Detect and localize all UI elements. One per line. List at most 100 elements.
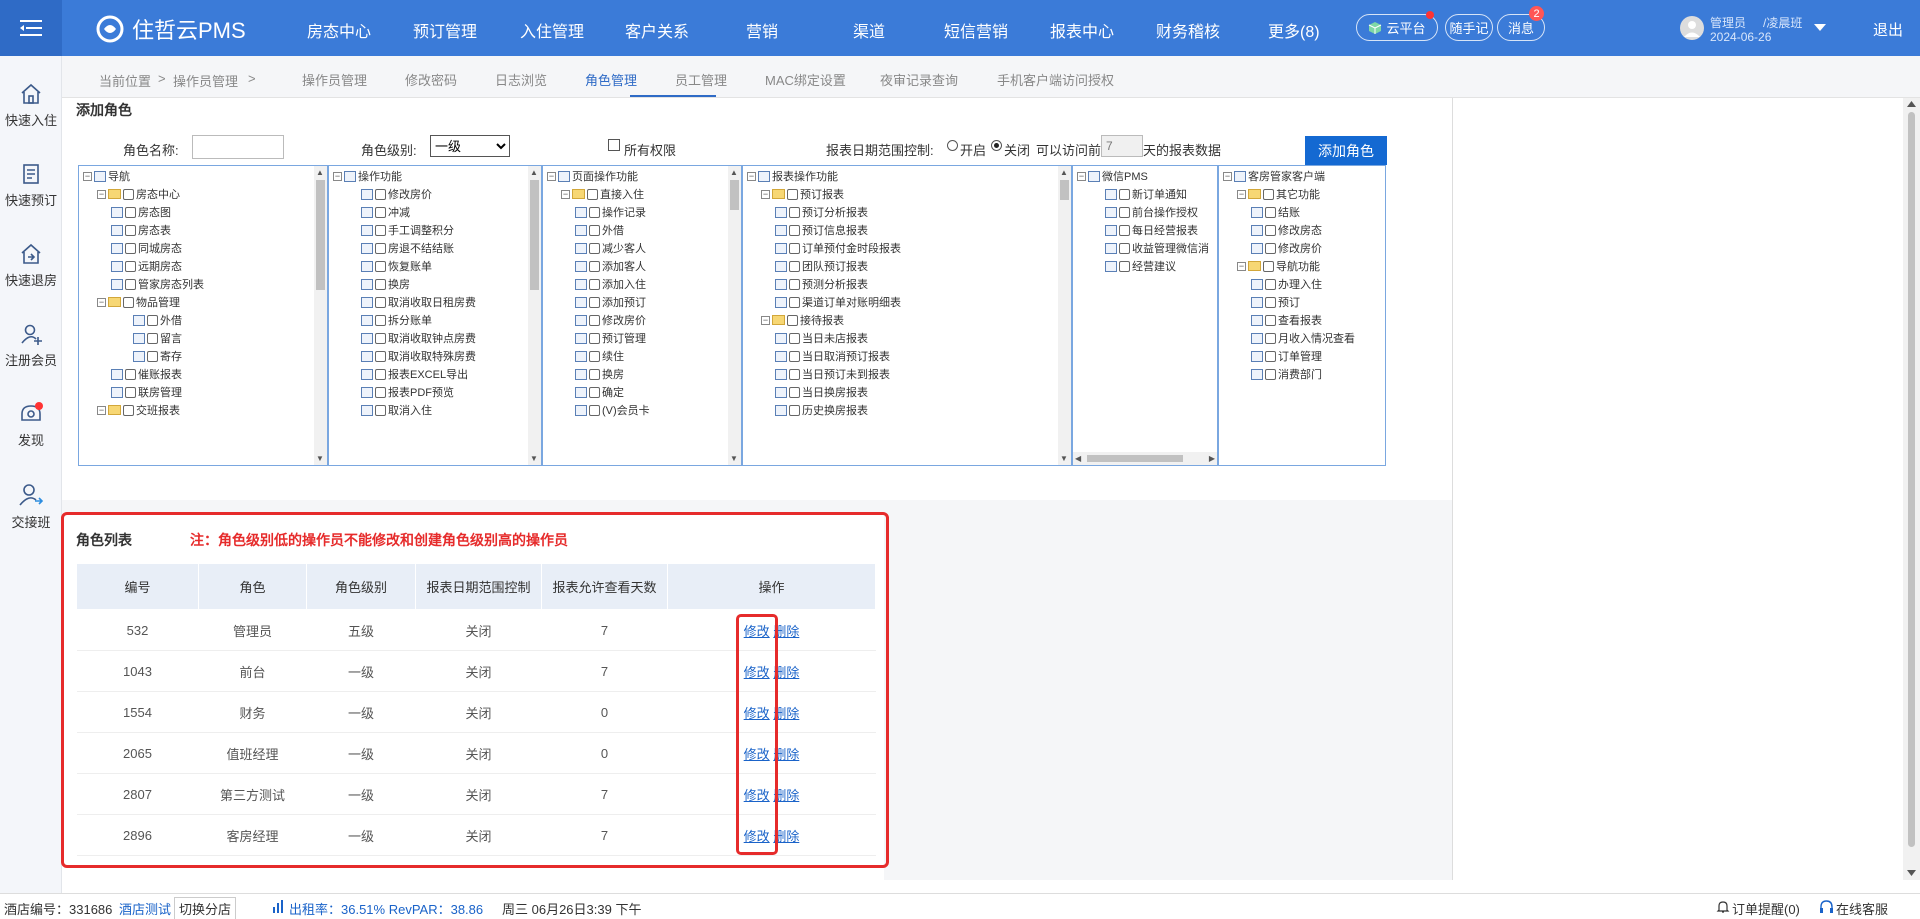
permission-checkbox[interactable] [375,296,386,308]
sidebar-item-shift-handover[interactable]: 交接班 [0,482,62,531]
scroll-up-icon[interactable]: ▲ [730,168,738,177]
tab-night-audit[interactable]: 夜审记录查询 [880,70,958,89]
tab-change-password[interactable]: 修改密码 [405,70,457,89]
tree-group-node[interactable]: − 客房管家客户端 [1223,168,1325,184]
permission-checkbox[interactable] [789,386,800,398]
tree-leaf-node[interactable]: 消费部门 [1251,366,1322,382]
permission-checkbox[interactable] [375,206,386,218]
online-service[interactable]: 在线客服 [1836,899,1888,918]
add-role-button[interactable]: 添加角色 [1305,136,1387,165]
tree-leaf-node[interactable]: 经营建议 [1105,258,1176,274]
tree-leaf-node[interactable]: 每日经营报表 [1105,222,1198,238]
scroll-down-icon[interactable] [1907,870,1916,876]
nav-room-status[interactable]: 房态中心 [307,18,371,42]
collapse-icon[interactable]: − [1223,171,1232,181]
tab-log-browse[interactable]: 日志浏览 [495,70,547,89]
tree-scrollbar[interactable]: ▲ ▼ [528,166,541,465]
tree-leaf-node[interactable]: 订单管理 [1251,348,1322,364]
tree-leaf-node[interactable]: 新订单通知 [1105,186,1187,202]
collapse-icon[interactable]: − [97,189,106,199]
tree-group-node[interactable]: − 其它功能 [1237,186,1320,202]
collapse-icon[interactable]: − [1237,189,1246,199]
tree-group-node[interactable]: − 微信PMS [1077,168,1148,184]
scroll-left-icon[interactable]: ◀ [1075,454,1081,463]
tree-leaf-node[interactable]: 报表PDF预览 [361,384,454,400]
tree-scroll-thumb[interactable] [530,180,539,290]
sidebar-item-discover[interactable]: 发现 [0,402,62,449]
tree-group-node[interactable]: − 接待报表 [761,312,844,328]
tree-leaf-node[interactable]: 订单预付金时段报表 [775,240,901,256]
tree-leaf-node[interactable]: 预订分析报表 [775,204,868,220]
permission-checkbox[interactable] [589,386,600,398]
tree-scroll-thumb[interactable] [316,180,325,290]
tree-leaf-node[interactable]: 留言 [133,330,182,346]
tree-leaf-node[interactable]: 历史换房报表 [775,402,868,418]
page-scroll-thumb[interactable] [1908,112,1915,847]
collapse-icon[interactable]: − [761,189,770,199]
permission-checkbox[interactable] [787,188,798,200]
sidebar-item-register-member[interactable]: 注册会员 [0,322,62,369]
order-reminder[interactable]: 订单提醒(0) [1732,899,1800,918]
permission-checkbox[interactable] [589,350,600,362]
tree-leaf-node[interactable]: 当日取消预订报表 [775,348,890,364]
hotel-name[interactable]: 酒店测试 [119,899,171,918]
tree-group-node[interactable]: − 物品管理 [97,294,180,310]
permission-checkbox[interactable] [125,278,136,290]
tab-operator-management[interactable]: 操作员管理 [302,70,367,89]
tree-group-node[interactable]: − 页面操作功能 [547,168,638,184]
permission-checkbox[interactable] [125,260,136,272]
nav-sms[interactable]: 短信营销 [944,18,1008,42]
permission-checkbox[interactable] [1263,260,1274,272]
permission-checkbox[interactable] [375,260,386,272]
permission-checkbox[interactable] [1265,242,1276,254]
tree-leaf-node[interactable]: 换房 [575,366,624,382]
permission-checkbox[interactable] [589,404,600,416]
permission-checkbox[interactable] [375,332,386,344]
tree-leaf-node[interactable]: 修改房价 [1251,240,1322,256]
tree-group-node[interactable]: − 预订报表 [761,186,844,202]
nav-crm[interactable]: 客户关系 [625,18,689,42]
permission-checkbox[interactable] [1119,260,1130,272]
permission-checkbox[interactable] [375,242,386,254]
permission-checkbox[interactable] [589,278,600,290]
permission-checkbox[interactable] [789,332,800,344]
permission-checkbox[interactable] [1265,206,1276,218]
nav-reservation[interactable]: 预订管理 [413,18,477,42]
tab-mobile-auth[interactable]: 手机客户端访问授权 [997,70,1114,89]
permission-checkbox[interactable] [125,206,136,218]
tree-leaf-node[interactable]: 当日换房报表 [775,384,868,400]
nav-more[interactable]: 更多(8) [1268,18,1320,42]
permission-checkbox[interactable] [1263,188,1274,200]
permission-checkbox[interactable] [125,242,136,254]
permission-checkbox[interactable] [1265,278,1276,290]
permission-checkbox[interactable] [589,296,600,308]
tree-leaf-node[interactable]: 换房 [361,276,410,292]
permission-checkbox[interactable] [789,242,800,254]
tree-leaf-node[interactable]: 房退不结结账 [361,240,454,256]
permission-checkbox[interactable] [125,368,136,380]
permission-checkbox[interactable] [375,278,386,290]
tree-leaf-node[interactable]: (V)会员卡 [575,402,650,418]
nav-reports[interactable]: 报表中心 [1050,18,1114,42]
tree-leaf-node[interactable]: 收益管理微信消 [1105,240,1209,256]
permission-checkbox[interactable] [789,260,800,272]
tree-leaf-node[interactable]: 结账 [1251,204,1300,220]
sidebar-item-quick-checkout[interactable]: 快速退房 [0,242,62,289]
tree-leaf-node[interactable]: 报表EXCEL导出 [361,366,468,382]
permission-checkbox[interactable] [375,188,386,200]
permission-checkbox[interactable] [587,188,598,200]
tree-group-node[interactable]: − 交班报表 [97,402,180,418]
page-scrollbar[interactable] [1903,98,1920,880]
permission-checkbox[interactable] [789,224,800,236]
tree-leaf-node[interactable]: 外借 [575,222,624,238]
tree-scrollbar[interactable]: ▲ ▼ [1058,166,1071,465]
permission-checkbox[interactable] [789,350,800,362]
tree-scrollbar[interactable]: ▲ ▼ [314,166,327,465]
permission-checkbox[interactable] [125,386,136,398]
permission-checkbox[interactable] [789,278,800,290]
user-avatar[interactable] [1680,16,1704,40]
tree-leaf-node[interactable]: 取消收取特殊房费 [361,348,476,364]
tree-leaf-node[interactable]: 房态表 [111,222,171,238]
scroll-up-icon[interactable]: ▲ [1060,168,1068,177]
tree-horizontal-scrollbar[interactable]: ◀ ▶ [1073,452,1217,465]
